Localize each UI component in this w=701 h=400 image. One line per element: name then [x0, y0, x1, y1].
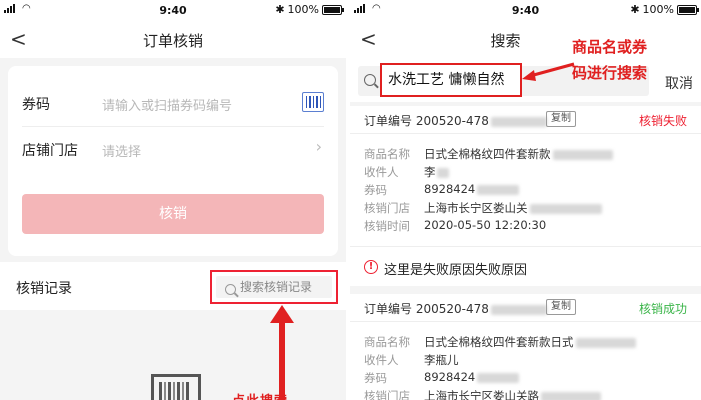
order-no-label: 订单编号: [364, 302, 413, 316]
verify-button[interactable]: 核销: [22, 194, 324, 234]
coupon-row: 券码 请输入或扫描券码编号: [22, 80, 324, 126]
battery-percent: 100%: [642, 3, 674, 16]
coupon-value: 8928424: [424, 370, 476, 384]
nav-bar: < 搜索: [350, 20, 701, 58]
verify-form-card: 券码 请输入或扫描券码编号 店铺门店 请选择 › 核销: [8, 66, 338, 256]
copy-button[interactable]: 复制: [546, 299, 576, 315]
records-search-highlight: 搜索核销记录: [210, 270, 338, 304]
records-search-placeholder: 搜索核销记录: [240, 280, 313, 294]
receiver-label: 收件人: [364, 353, 399, 367]
receiver-name: 李: [424, 165, 436, 179]
product-name: 日式全棉格纹四件套新款日式: [424, 335, 574, 349]
records-search-input[interactable]: 搜索核销记录: [216, 276, 332, 298]
order-no: 200520-478: [415, 302, 489, 316]
coupon-input[interactable]: 请输入或扫描券码编号: [102, 95, 232, 114]
coupon-label: 券码: [364, 183, 387, 197]
order-card[interactable]: 订单编号 200520-478 复制 核销成功 商品名称 日式全棉格纹四件套新款…: [350, 294, 701, 400]
receiver-label: 收件人: [364, 165, 399, 179]
product-label: 商品名称: [364, 147, 410, 161]
battery-icon: [322, 4, 344, 15]
store-value: 上海市长宁区娄山关路: [424, 389, 539, 400]
order-no-label: 订单编号: [364, 114, 413, 128]
store-row[interactable]: 店铺门店 请选择 ›: [22, 126, 324, 172]
store-label: 核销门店: [364, 389, 410, 400]
status-bar: ◠ 9:40 ✱ 100%: [350, 0, 701, 20]
status-badge: 核销成功: [638, 302, 687, 316]
annotation-arrow-up-icon: [270, 305, 294, 400]
status-bar: ◠ 9:40 ✱ 100%: [0, 0, 346, 20]
bluetooth-icon: ✱: [630, 3, 640, 16]
store-select[interactable]: 请选择: [102, 141, 141, 160]
order-no: 200520-478: [415, 114, 489, 128]
cancel-button[interactable]: 取消: [665, 73, 693, 93]
search-icon: [225, 284, 236, 295]
battery-icon: [677, 4, 699, 15]
receiver-name: 李瓶儿: [424, 353, 459, 367]
search-query-input[interactable]: 水洗工艺 慵懒自然: [380, 63, 522, 97]
time-label: 核销时间: [364, 219, 410, 233]
coupon-label: 券码: [22, 97, 50, 113]
store-value: 上海市长宁区娄山关: [424, 201, 528, 215]
status-badge: 核销失败: [638, 114, 687, 128]
annotation-arrow-icon: [522, 62, 575, 81]
bluetooth-icon: ✱: [275, 3, 285, 16]
coupon-label: 券码: [364, 371, 387, 385]
store-label: 店铺门店: [22, 143, 78, 159]
annotation-text: 点此搜索: [232, 390, 288, 400]
scan-barcode-icon[interactable]: [302, 92, 324, 112]
search-screen: ◠ 9:40 ✱ 100% < 搜索 水洗工艺 慵懒自然 取消 商品名或券 码进…: [350, 0, 701, 400]
nav-bar: < 订单核销: [0, 20, 346, 58]
store-label: 核销门店: [364, 201, 410, 215]
time-value: 2020-05-50 12:20:30: [424, 218, 547, 232]
page-title: 订单核销: [142, 32, 203, 50]
alert-circle-icon: !: [364, 260, 378, 274]
failure-reason-text: 这里是失败原因失败原因: [384, 263, 528, 278]
order-card[interactable]: 订单编号 200520-478 复制 核销失败 商品名称 日式全棉格纹四件套新款…: [350, 106, 701, 286]
copy-button[interactable]: 复制: [546, 111, 576, 127]
product-name: 日式全棉格纹四件套新款: [424, 147, 551, 161]
empty-box-icon: [145, 368, 207, 400]
records-header: 核销记录 搜索核销记录: [0, 262, 346, 310]
search-icon: [364, 74, 376, 86]
coupon-value: 8928424: [424, 182, 476, 196]
records-title: 核销记录: [16, 281, 72, 297]
annotation-callout: 商品名或券 码进行搜索: [572, 38, 648, 82]
product-label: 商品名称: [364, 335, 410, 349]
verify-order-screen: ◠ 9:40 ✱ 100% < 订单核销 券码 请输入或扫描券码编号 店铺门店 …: [0, 0, 346, 400]
battery-percent: 100%: [287, 3, 319, 16]
failure-reason: ! 这里是失败原因失败原因: [350, 246, 701, 286]
chevron-right-icon: ›: [315, 137, 322, 156]
